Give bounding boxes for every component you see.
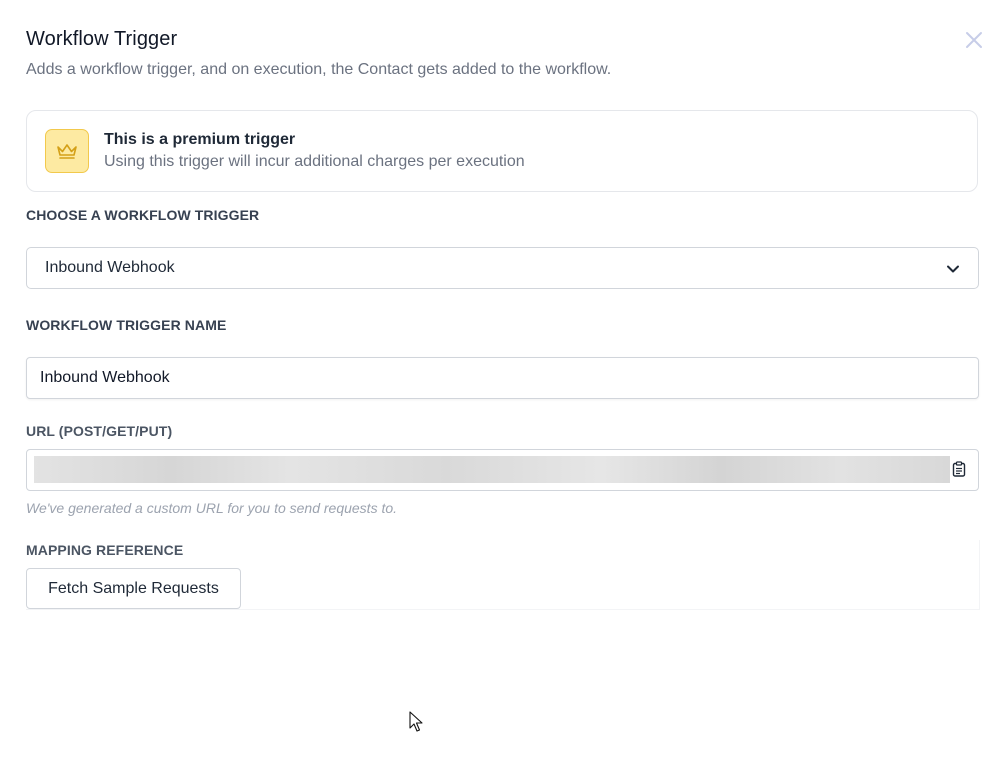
crown-icon [45,129,89,173]
url-value-redacted [34,456,950,483]
mapping-label: MAPPING REFERENCE [26,542,184,558]
trigger-select-value: Inbound Webhook [45,259,175,276]
url-hint: We've generated a custom URL for you to … [26,500,398,516]
url-field[interactable] [26,449,979,491]
premium-description: Using this trigger will incur additional… [104,153,525,170]
trigger-name-input[interactable] [26,357,979,399]
trigger-name-label: WORKFLOW TRIGGER NAME [26,317,227,333]
mouse-cursor-icon [409,711,423,738]
close-icon[interactable] [962,28,986,52]
url-label: URL (POST/GET/PUT) [26,423,173,439]
premium-notice: This is a premium trigger Using this tri… [26,110,978,192]
trigger-select[interactable]: Inbound Webhook [26,247,979,289]
trigger-select-label: CHOOSE A WORKFLOW TRIGGER [26,207,260,223]
page-title: Workflow Trigger [26,28,178,50]
chevron-down-icon [946,262,960,280]
fetch-sample-requests-button[interactable]: Fetch Sample Requests [26,568,241,609]
premium-title: This is a premium trigger [104,131,296,148]
page-subtitle: Adds a workflow trigger, and on executio… [26,61,612,78]
clipboard-icon[interactable] [952,461,966,482]
